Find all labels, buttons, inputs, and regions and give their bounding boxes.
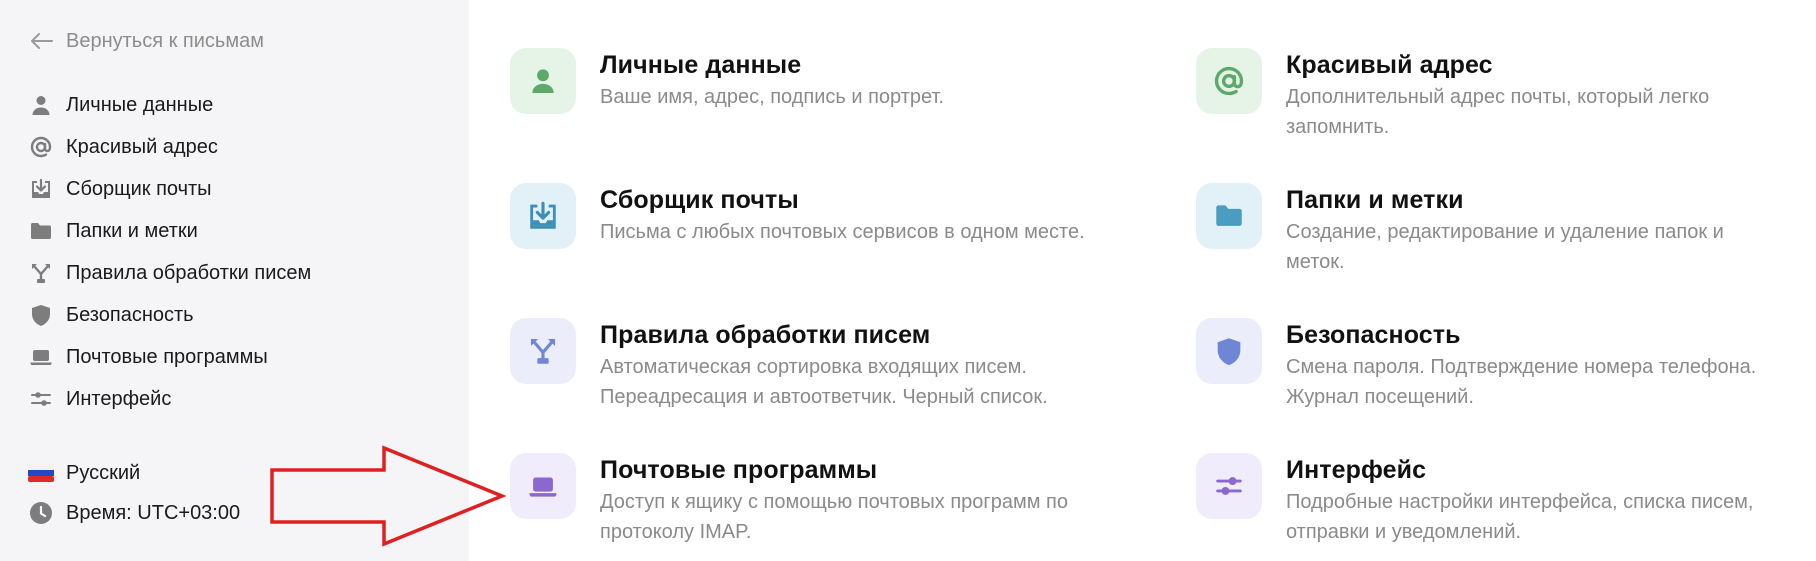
laptop-icon	[510, 453, 576, 519]
at-icon	[1196, 48, 1262, 114]
back-to-mail-link[interactable]: Вернуться к письмам	[28, 28, 264, 54]
folder-icon	[28, 218, 54, 244]
sidebar-item-beautiful-address[interactable]: Красивый адрес	[28, 126, 311, 168]
sidebar-item-label: Личные данные	[66, 93, 214, 116]
sidebar-item-interface[interactable]: Интерфейс	[28, 378, 311, 420]
card-interface[interactable]: Интерфейс Подробные настройки интерфейса…	[1196, 453, 1786, 547]
sidebar-item-label: Сборщик почты	[66, 177, 212, 200]
person-icon	[28, 92, 54, 118]
card-description: Подробные настройки интерфейса, списка п…	[1286, 491, 1754, 543]
card-mail-collector[interactable]: Сборщик почты Письма с любых почтовых се…	[510, 183, 1100, 249]
sidebar-item-folders-labels[interactable]: Папки и метки	[28, 210, 311, 252]
back-to-mail-label: Вернуться к письмам	[66, 29, 264, 52]
sliders-icon	[1196, 453, 1262, 519]
sidebar-item-label: Папки и метки	[66, 219, 198, 242]
settings-nav: Личные данные Красивый адрес Сборщик поч…	[28, 84, 311, 420]
at-icon	[28, 134, 54, 160]
sidebar-item-security[interactable]: Безопасность	[28, 294, 311, 336]
person-icon	[510, 48, 576, 114]
inbox-download-icon	[510, 183, 576, 249]
card-folders-labels[interactable]: Папки и метки Создание, редактирование и…	[1196, 183, 1786, 277]
sidebar-item-mail-rules[interactable]: Правила обработки писем	[28, 252, 311, 294]
card-description: Ваше имя, адрес, подпись и портрет.	[600, 86, 944, 108]
arrow-left-icon	[31, 33, 53, 49]
card-mail-rules[interactable]: Правила обработки писем Автоматическая с…	[510, 318, 1100, 412]
language-label: Русский	[66, 461, 141, 484]
card-mail-programs[interactable]: Почтовые программы Доступ к ящику с помо…	[510, 453, 1100, 547]
sidebar-extra-settings: Русский Время: UTC+03:00	[28, 453, 240, 533]
timezone-label: Время: UTC+03:00	[66, 501, 241, 524]
card-description: Доступ к ящику с помощью почтовых програ…	[600, 491, 1068, 543]
card-title: Правила обработки писем	[600, 321, 931, 349]
card-title: Папки и метки	[1286, 186, 1464, 214]
fork-icon	[28, 260, 54, 286]
card-title: Интерфейс	[1286, 456, 1427, 484]
russian-flag-icon	[28, 460, 54, 486]
timezone-selector[interactable]: Время: UTC+03:00	[28, 493, 240, 533]
card-description: Автоматическая сортировка входящих писем…	[600, 356, 1048, 408]
sidebar-item-label: Безопасность	[66, 303, 194, 326]
card-description: Создание, редактирование и удаление папо…	[1286, 221, 1724, 273]
shield-icon	[28, 302, 54, 328]
card-title: Безопасность	[1286, 321, 1461, 349]
sliders-icon	[28, 386, 54, 412]
card-title: Красивый адрес	[1286, 51, 1493, 79]
card-description: Смена пароля. Подтверждение номера телеф…	[1286, 356, 1757, 408]
sidebar-item-mail-programs[interactable]: Почтовые программы	[28, 336, 311, 378]
red-arrow-annotation	[270, 445, 507, 547]
card-beautiful-address[interactable]: Красивый адрес Дополнительный адрес почт…	[1196, 48, 1786, 142]
folder-icon	[1196, 183, 1262, 249]
inbox-download-icon	[28, 176, 54, 202]
laptop-icon	[28, 344, 54, 370]
sidebar-item-label: Красивый адрес	[66, 135, 218, 158]
card-personal-data[interactable]: Личные данные Ваше имя, адрес, подпись и…	[510, 48, 1100, 114]
clock-icon	[28, 500, 54, 526]
card-description: Письма с любых почтовых сервисов в одном…	[600, 221, 1085, 243]
card-description: Дополнительный адрес почты, который легк…	[1286, 86, 1710, 138]
card-title: Сборщик почты	[600, 186, 799, 214]
sidebar-item-label: Интерфейс	[66, 387, 172, 410]
fork-icon	[510, 318, 576, 384]
card-title: Личные данные	[600, 51, 802, 79]
language-selector[interactable]: Русский	[28, 453, 240, 493]
sidebar-item-label: Почтовые программы	[66, 345, 268, 368]
sidebar-item-label: Правила обработки писем	[66, 261, 312, 284]
card-title: Почтовые программы	[600, 456, 878, 484]
card-security[interactable]: Безопасность Смена пароля. Подтверждение…	[1196, 318, 1786, 412]
shield-icon	[1196, 318, 1262, 384]
sidebar-item-mail-collector[interactable]: Сборщик почты	[28, 168, 311, 210]
sidebar-item-personal-data[interactable]: Личные данные	[28, 84, 311, 126]
